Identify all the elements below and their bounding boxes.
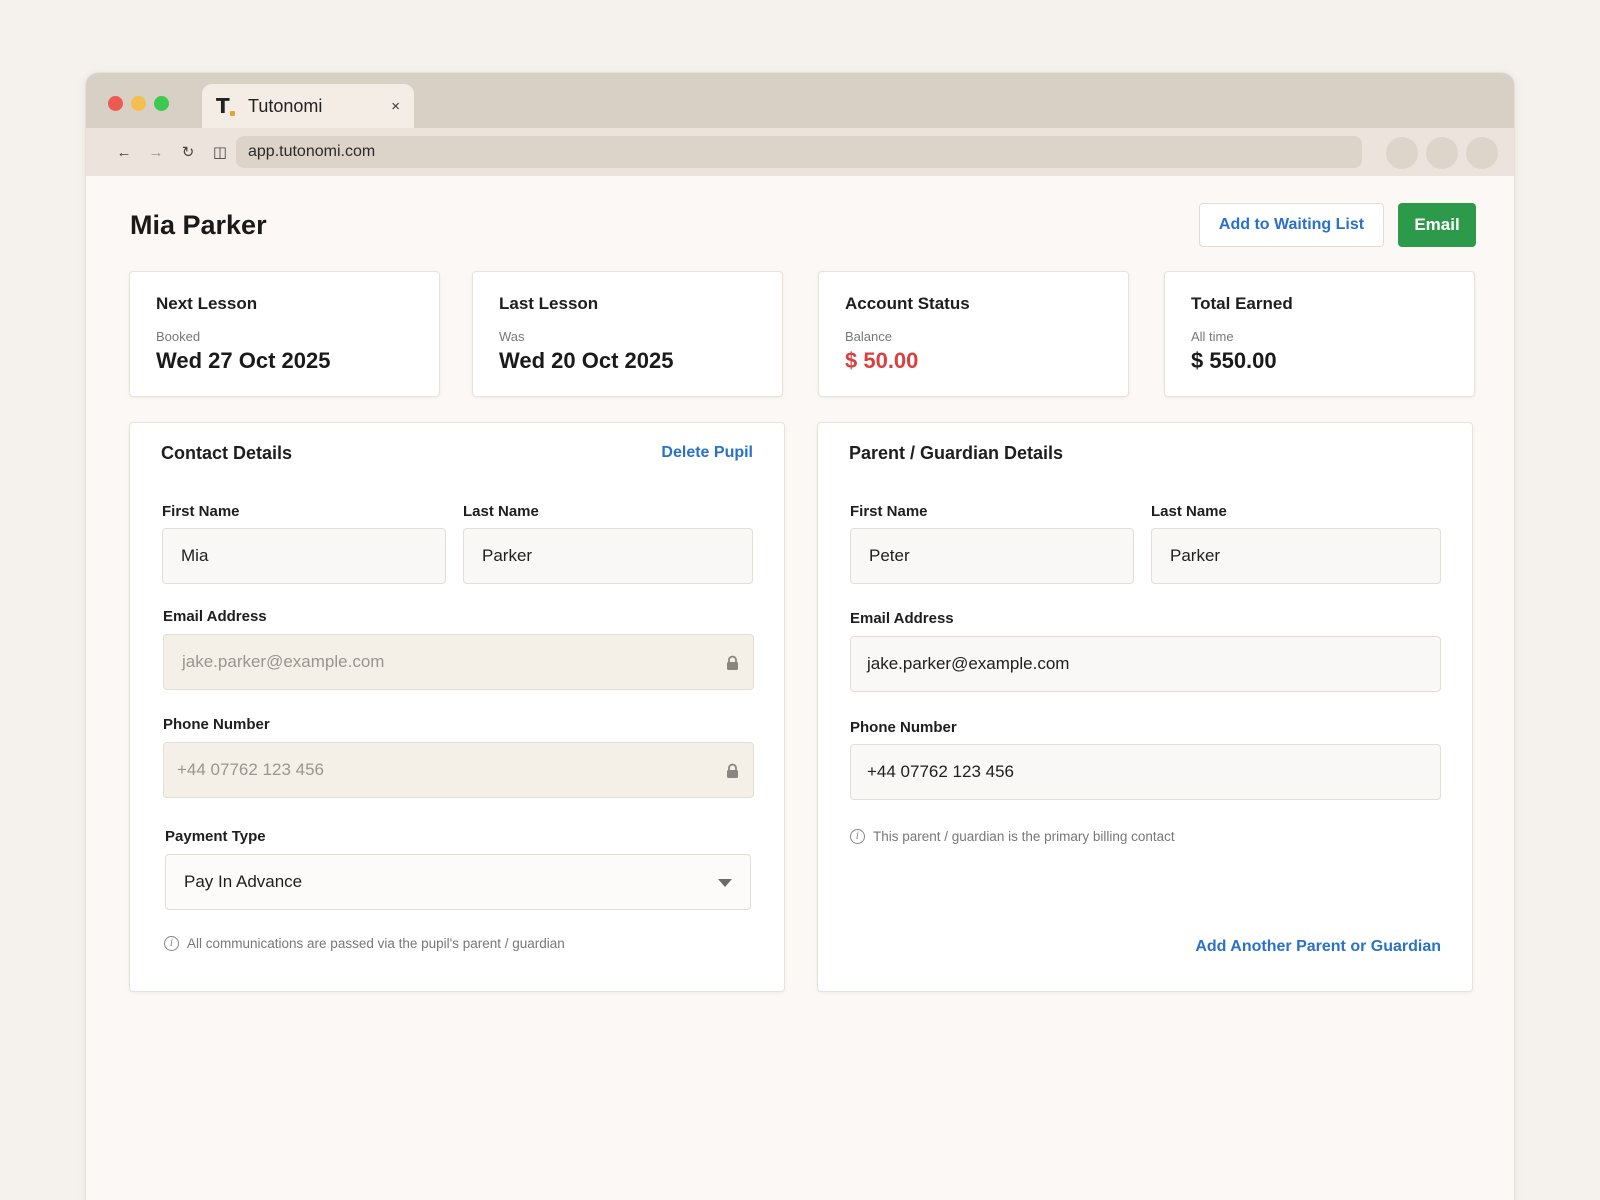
- contact-note-text: All communications are passed via the pu…: [187, 936, 565, 951]
- first-name-field[interactable]: Mia: [162, 528, 446, 584]
- lock-icon: [727, 655, 738, 670]
- address-bar: ← → ↻ ◫ app.tutonomi.com: [86, 128, 1514, 176]
- info-icon: i: [850, 829, 865, 844]
- payment-type-label: Payment Type: [165, 828, 266, 845]
- guardian-last-name-label: Last Name: [1151, 503, 1227, 520]
- guardian-email-label: Email Address: [850, 610, 954, 627]
- tab-title: Tutonomi: [248, 95, 323, 116]
- panel-title: Parent / Guardian Details: [849, 443, 1064, 463]
- contact-note: i All communications are passed via the …: [164, 936, 565, 951]
- tutonomi-logo-icon: T: [216, 94, 240, 118]
- stat-subtitle: Balance: [845, 329, 892, 344]
- browser-window: T Tutonomi × ← → ↻ ◫ app.tutonomi.com Mi…: [86, 73, 1514, 1200]
- last-name-label: Last Name: [463, 503, 539, 520]
- reload-icon[interactable]: ↻: [172, 143, 204, 161]
- payment-type-value: Pay In Advance: [184, 872, 303, 891]
- first-name-label: First Name: [162, 503, 240, 520]
- email-label: Email Address: [163, 608, 267, 625]
- guardian-details-panel: Parent / Guardian Details First Name Pet…: [817, 422, 1473, 992]
- extension-icon[interactable]: [1386, 137, 1418, 169]
- next-lesson-card: Next Lesson Booked Wed 27 Oct 2025: [129, 271, 440, 397]
- balance-value: $ 50.00: [845, 348, 919, 373]
- extension-icon[interactable]: [1426, 137, 1458, 169]
- add-another-guardian-link[interactable]: Add Another Parent or Guardian: [1195, 938, 1441, 956]
- page-title: Mia Parker: [130, 210, 267, 240]
- total-earned-card: Total Earned All time $ 550.00: [1164, 271, 1475, 397]
- window-controls: [108, 96, 169, 111]
- lock-icon: [727, 763, 738, 778]
- stat-subtitle: Was: [499, 329, 525, 344]
- phone-field: +44 07762 123 456: [163, 742, 754, 798]
- chevron-down-icon: [718, 879, 732, 887]
- email-value: jake.parker@example.com: [182, 652, 385, 671]
- tab-bar: T Tutonomi ×: [86, 73, 1514, 128]
- close-tab-icon[interactable]: ×: [391, 98, 400, 115]
- stat-subtitle: All time: [1191, 329, 1234, 344]
- last-name-field[interactable]: Parker: [463, 528, 753, 584]
- last-lesson-card: Last Lesson Was Wed 20 Oct 2025: [472, 271, 783, 397]
- back-arrow-icon[interactable]: ←: [108, 144, 140, 161]
- stat-value: $ 550.00: [1191, 348, 1277, 373]
- payment-type-select[interactable]: Pay In Advance: [165, 854, 751, 910]
- stat-value: Wed 20 Oct 2025: [499, 348, 674, 373]
- email-field: jake.parker@example.com: [163, 634, 754, 690]
- email-button[interactable]: Email: [1398, 203, 1476, 247]
- info-icon: i: [164, 936, 179, 951]
- close-window-button[interactable]: [108, 96, 123, 111]
- stat-title: Next Lesson: [156, 294, 258, 313]
- stat-title: Account Status: [845, 294, 970, 313]
- guardian-last-name-field[interactable]: Parker: [1151, 528, 1441, 584]
- extensions: [1386, 137, 1498, 169]
- guardian-note-text: This parent / guardian is the primary bi…: [873, 829, 1175, 844]
- guardian-email-field[interactable]: jake.parker@example.com: [850, 636, 1441, 692]
- guardian-first-name-label: First Name: [850, 503, 928, 520]
- guardian-phone-field[interactable]: +44 07762 123 456: [850, 744, 1441, 800]
- phone-value: +44 07762 123 456: [177, 760, 325, 779]
- sidebar-icon[interactable]: ◫: [204, 143, 236, 161]
- guardian-note: i This parent / guardian is the primary …: [850, 829, 1175, 844]
- stat-subtitle: Booked: [156, 329, 201, 344]
- forward-arrow-icon[interactable]: →: [140, 144, 172, 161]
- url-field[interactable]: app.tutonomi.com: [236, 136, 1362, 168]
- add-to-waiting-list-button[interactable]: Add to Waiting List: [1199, 203, 1384, 247]
- panel-title: Contact Details: [161, 443, 293, 463]
- stat-value: Wed 27 Oct 2025: [156, 348, 331, 373]
- profile-icon[interactable]: [1466, 137, 1498, 169]
- contact-details-panel: Contact Details Delete Pupil First Name …: [129, 422, 785, 992]
- guardian-first-name-field[interactable]: Peter: [850, 528, 1134, 584]
- browser-tab[interactable]: T Tutonomi ×: [202, 84, 414, 128]
- stat-title: Total Earned: [1191, 294, 1293, 313]
- minimize-window-button[interactable]: [131, 96, 146, 111]
- account-status-card: Account Status Balance $ 50.00: [818, 271, 1129, 397]
- delete-pupil-link[interactable]: Delete Pupil: [661, 444, 753, 462]
- phone-label: Phone Number: [163, 716, 270, 733]
- maximize-window-button[interactable]: [154, 96, 169, 111]
- stat-title: Last Lesson: [499, 294, 599, 313]
- guardian-phone-label: Phone Number: [850, 719, 957, 736]
